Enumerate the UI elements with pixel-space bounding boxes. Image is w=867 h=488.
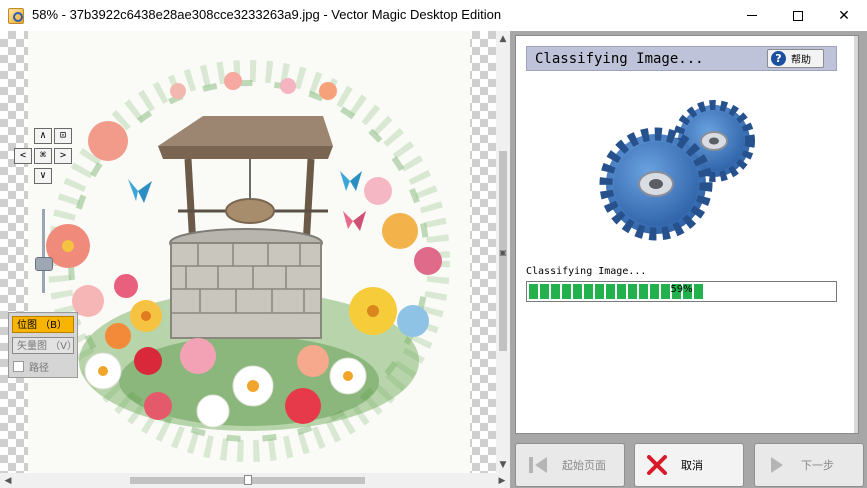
next-button[interactable]: 下一步: [754, 443, 864, 487]
scroll-down-icon[interactable]: ▼: [496, 457, 510, 473]
content-scrollbar[interactable]: [854, 36, 858, 433]
path-label: 路径: [29, 363, 49, 374]
status-text: Classifying Image...: [526, 266, 647, 277]
next-label: 下一步: [801, 459, 834, 472]
zoom-slider-track[interactable]: [42, 209, 45, 293]
first-page-icon: [524, 453, 552, 477]
app-window: 58% - 37b3922c6438e28ae308cce3233263a9.j…: [0, 0, 867, 488]
vector-view-button[interactable]: 矢量图 （V）: [12, 337, 77, 354]
progress-label: 59%: [670, 284, 693, 295]
minimize-icon: [747, 15, 757, 16]
maximize-button[interactable]: [775, 0, 821, 31]
pan-down-button[interactable]: ∨: [34, 168, 52, 184]
vertical-scrollbar[interactable]: ▲ ▣ ▼: [496, 31, 510, 473]
pan-right-button[interactable]: >: [54, 148, 72, 164]
cancel-button[interactable]: 取消: [634, 443, 744, 487]
zoom-slider-thumb[interactable]: [35, 257, 53, 271]
cancel-label: 取消: [681, 459, 703, 472]
wizard-panel: Classifying Image... ? 帮助 Classifying Im…: [510, 31, 867, 488]
horizontal-scrollbar[interactable]: ◀ ▶: [0, 473, 510, 488]
image-preview[interactable]: ∧ ⊡ < ⌘ > ∨ 位图 （B） 矢量图 （V） 路径: [0, 31, 496, 473]
gears-icon: [599, 100, 755, 241]
scroll-left-icon[interactable]: ◀: [0, 473, 16, 488]
pan-up-button[interactable]: ∧: [34, 128, 52, 144]
app-icon: [8, 8, 24, 24]
preview-artwork: [28, 31, 470, 473]
start-page-button[interactable]: 起始页面: [515, 443, 625, 487]
bitmap-view-button[interactable]: 位图 （B）: [12, 316, 74, 333]
help-button[interactable]: ? 帮助: [767, 49, 824, 68]
minimize-button[interactable]: [729, 0, 775, 31]
close-button[interactable]: ✕: [821, 0, 867, 31]
pan-left-button[interactable]: <: [14, 148, 32, 164]
scroll-up-icon[interactable]: ▲: [496, 31, 510, 47]
start-page-label: 起始页面: [562, 459, 606, 472]
scroll-right-icon[interactable]: ▶: [494, 473, 510, 488]
close-icon: ✕: [838, 7, 850, 24]
path-toggle[interactable]: 路径: [13, 359, 49, 374]
pan-center-button[interactable]: ⌘: [34, 148, 52, 164]
window-title: 58% - 37b3922c6438e28ae308cce3233263a9.j…: [32, 7, 502, 22]
view-mode-panel: 位图 （B） 矢量图 （V） 路径: [8, 312, 78, 378]
path-checkbox[interactable]: [13, 361, 24, 372]
next-icon: [763, 453, 791, 477]
help-label: 帮助: [791, 55, 811, 66]
wizard-content: Classifying Image... ? 帮助 Classifying Im…: [515, 35, 859, 434]
cancel-icon: [643, 453, 671, 477]
help-icon: ?: [771, 51, 786, 66]
step-title: Classifying Image...: [535, 51, 704, 67]
step-header: Classifying Image... ? 帮助: [526, 46, 837, 71]
scroll-mid-icon: ▣: [499, 247, 507, 257]
scroll-center-icon: [244, 475, 252, 485]
progress-bar: 59%: [526, 281, 837, 302]
title-bar: 58% - 37b3922c6438e28ae308cce3233263a9.j…: [0, 0, 867, 31]
zoom-fit-button[interactable]: ⊡: [54, 128, 72, 144]
maximize-icon: [793, 10, 803, 21]
